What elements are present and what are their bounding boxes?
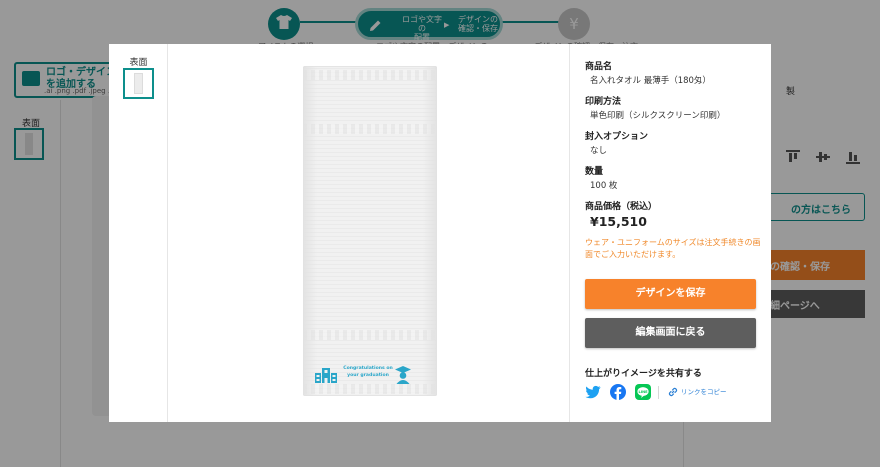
towel-band [303, 330, 437, 340]
packaging-label: 封入オプション [585, 132, 649, 142]
design-preview: Congratulations on your graduation [169, 44, 568, 422]
towel-band [303, 124, 437, 134]
towel-shade-right [423, 66, 437, 396]
product-name-label: 商品名 [585, 62, 613, 72]
face-thumbnail-front[interactable] [123, 68, 154, 99]
size-notice: ウェア・ユニフォームのサイズは注文手続きの画面でご入力いただけます。 [585, 238, 761, 259]
graduation-cap-icon [395, 366, 411, 384]
towel-thumbnail [134, 73, 143, 94]
save-design-button[interactable]: デザインを保存 [585, 279, 756, 309]
quantity-value: 100 枚 [590, 181, 618, 191]
quantity-label: 数量 [585, 167, 604, 177]
facebook-icon[interactable] [610, 384, 626, 400]
towel-band [303, 70, 437, 80]
face-list: 表面 [109, 44, 168, 422]
price-label: 商品価格（税込） [585, 202, 658, 212]
share-title: 仕上がりイメージを共有する [585, 369, 702, 379]
copy-link-label: リンクをコピー [681, 388, 727, 396]
share-links: LINE リンクをコピー [585, 384, 765, 402]
product-name-value: 名入れタオル 最薄手（180匁） [590, 76, 711, 86]
towel-image: Congratulations on your graduation [303, 66, 437, 396]
face-label: 表面 [129, 58, 148, 68]
line-icon[interactable]: LINE [635, 384, 651, 400]
printed-design: Congratulations on your graduation [315, 364, 415, 386]
towel-texture [303, 66, 437, 396]
packaging-value: なし [590, 146, 608, 156]
print-message: Congratulations on your graduation [343, 366, 393, 378]
school-icon [315, 368, 337, 383]
towel-shade-left [303, 66, 317, 396]
twitter-icon[interactable] [585, 384, 601, 400]
order-summary: 商品名 名入れタオル 最薄手（180匁） 印刷方法 単色印刷（シルクスクリーン印… [569, 44, 771, 422]
preview-modal: 表面 Congratulations on your graduation 商品… [109, 44, 771, 422]
price-value: ¥15,510 [590, 214, 647, 229]
back-to-editor-button[interactable]: 編集画面に戻る [585, 318, 756, 348]
print-method-value: 単色印刷（シルクスクリーン印刷） [590, 111, 726, 121]
svg-text:LINE: LINE [638, 390, 648, 394]
print-method-label: 印刷方法 [585, 97, 622, 107]
copy-link-button[interactable]: リンクをコピー [668, 385, 727, 399]
share-divider [658, 386, 659, 399]
link-icon [668, 387, 678, 397]
